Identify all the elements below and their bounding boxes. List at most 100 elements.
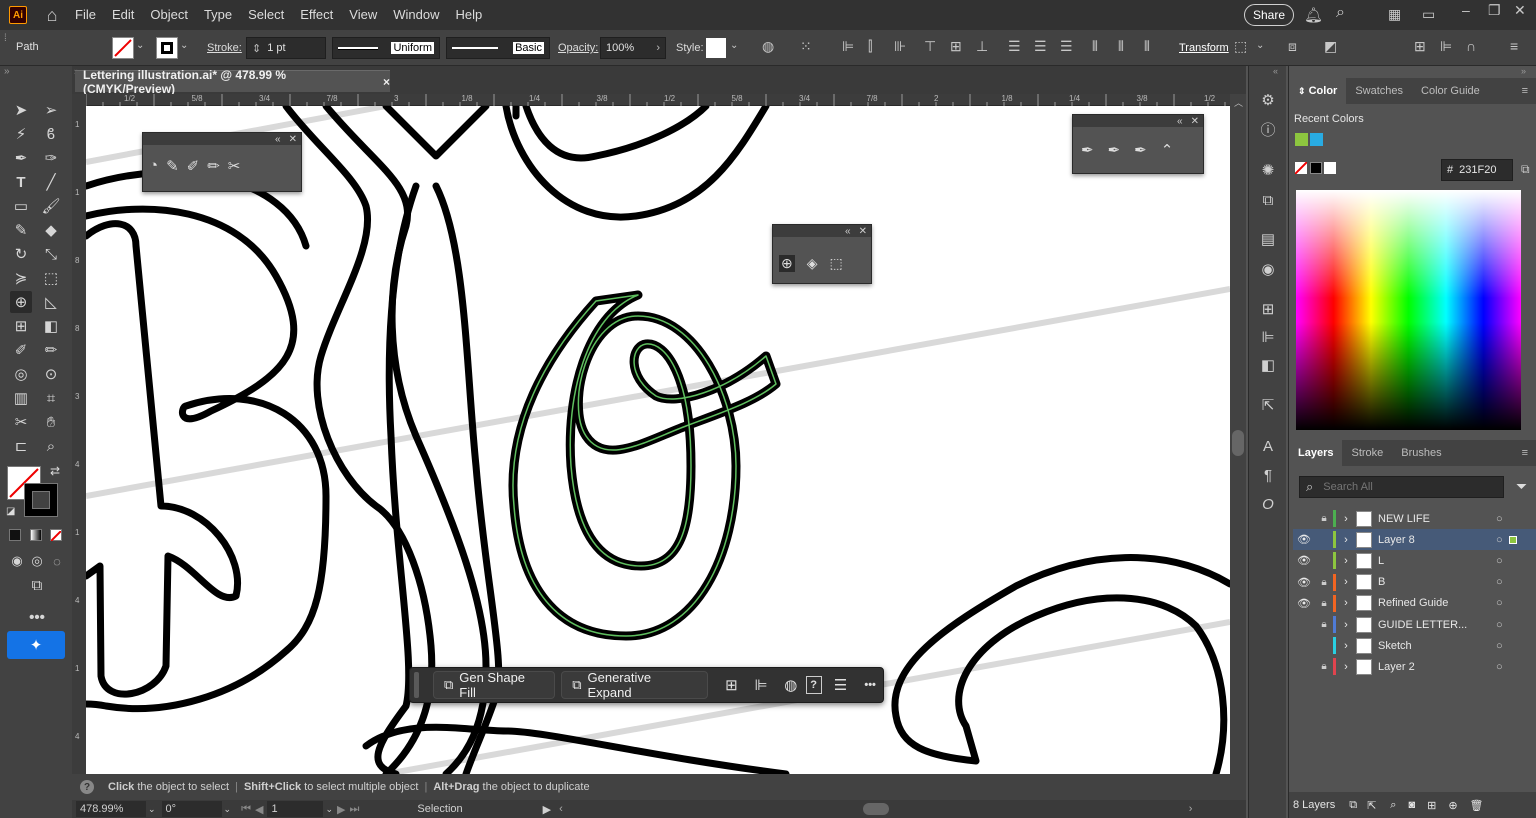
tab-brushes[interactable]: Brushes xyxy=(1392,440,1450,466)
chevron-right-icon[interactable]: › xyxy=(1336,513,1356,525)
target-icon[interactable]: ○ xyxy=(1496,555,1503,567)
recent-color-swatch[interactable] xyxy=(1310,133,1323,146)
horizontal-ruler[interactable]: 1/2 5/8 3/4 7/8 3 1/8 1/4 3/8 1/2 5/8 3/4 7/8 2 1/8 1/… xyxy=(86,94,1230,106)
document-tab[interactable]: Lettering illustration.ai* @ 478.99 % (C… xyxy=(75,68,390,96)
blend-tool-icon[interactable]: ◎ xyxy=(10,363,32,385)
line-tool-icon[interactable]: ╱ xyxy=(40,171,62,193)
properties-panel-icon[interactable]: ⚙ xyxy=(1258,90,1278,110)
hand-tool-icon[interactable]: ✋︎ xyxy=(40,411,62,433)
align-panel-icon[interactable]: ⊫ xyxy=(1440,38,1452,55)
chevron-down-icon[interactable]: ⌄ xyxy=(180,40,188,51)
distribute-bottom-icon[interactable]: ☰ xyxy=(1060,38,1073,55)
swap-colors-icon[interactable]: ⇄ xyxy=(50,464,60,478)
search-icon[interactable]: ⌕ xyxy=(1336,4,1345,22)
visibility-eye-icon[interactable]: 👁︎ xyxy=(1293,554,1315,567)
artboard-field[interactable]: 1 xyxy=(267,801,324,817)
white-swatch[interactable] xyxy=(1324,162,1336,174)
isolate-icon[interactable]: ⧈ xyxy=(1288,38,1297,55)
layers-search-field[interactable]: ⌕ xyxy=(1299,476,1504,498)
new-layer-icon[interactable]: ⊕ xyxy=(1448,799,1457,812)
path-eraser-tool-icon[interactable]: ✏ xyxy=(207,157,220,175)
panel-header[interactable]: «✕ xyxy=(143,133,301,145)
lock-icon[interactable]: 🔒︎ xyxy=(1315,661,1333,672)
variable-width-profile[interactable]: Uniform xyxy=(332,37,440,59)
collapse-panel-icon[interactable]: « xyxy=(275,134,281,145)
chevron-down-icon[interactable]: ⌄ xyxy=(224,804,232,815)
draw-behind-icon[interactable]: ◎ xyxy=(26,550,48,572)
chevron-right-icon[interactable]: › xyxy=(1336,661,1356,673)
panel-header[interactable]: «✕ xyxy=(1073,115,1203,127)
taskbar-grip[interactable] xyxy=(414,672,419,698)
properties-icon[interactable]: ☰ xyxy=(828,672,854,698)
chevron-right-icon[interactable]: › xyxy=(1336,597,1356,609)
vertical-ruler[interactable]: 1 1 8 8 3 4 1 4 1 4 xyxy=(72,94,86,774)
scroll-left-icon[interactable]: ‹ xyxy=(559,803,563,815)
layer-row[interactable]: 👁︎ › L ○ xyxy=(1293,550,1536,571)
smooth-tool-icon[interactable]: ✐ xyxy=(187,157,200,175)
target-icon[interactable]: ○ xyxy=(1496,597,1503,609)
stroke-weight-field[interactable]: ⇕ 1 pt xyxy=(246,37,326,59)
default-colors-icon[interactable]: ◪ xyxy=(6,506,15,517)
column-graph-tool-icon[interactable]: ▥ xyxy=(10,387,32,409)
target-icon[interactable]: ○ xyxy=(1496,534,1503,546)
menu-help[interactable]: Help xyxy=(447,0,490,30)
align-middle-icon[interactable]: ⊞ xyxy=(950,38,962,55)
locate-object-icon[interactable]: ⌕ xyxy=(1390,799,1396,812)
previous-artboard-icon[interactable]: ◀ xyxy=(255,803,263,816)
layer-row[interactable]: 🔒︎ › GUIDE LETTER... ○ xyxy=(1293,614,1536,635)
chevron-right-icon[interactable]: › xyxy=(1336,619,1356,631)
brush-definition[interactable]: Basic xyxy=(446,37,550,59)
scroll-up-icon[interactable]: ︿ xyxy=(1234,96,1243,109)
add-anchor-point-icon[interactable]: ✒ xyxy=(1108,141,1121,159)
chevron-down-icon[interactable]: ⌄ xyxy=(1256,40,1264,51)
gradient-tool-icon[interactable]: ◧ xyxy=(40,315,62,337)
menu-effect[interactable]: Effect xyxy=(292,0,341,30)
visibility-eye-icon[interactable]: 👁︎ xyxy=(1293,533,1315,546)
eraser-tool-icon[interactable]: ◆ xyxy=(40,219,62,241)
status-menu-icon[interactable]: ▶ xyxy=(543,803,551,816)
shape-builder-tool-icon[interactable]: ⊕ xyxy=(779,255,795,272)
restore-icon[interactable]: ❐ xyxy=(1488,2,1501,19)
generative-ai-button[interactable]: ✦ xyxy=(7,631,65,659)
recent-color-swatch[interactable] xyxy=(1295,133,1308,146)
collapse-panel-icon[interactable]: « xyxy=(1177,116,1183,127)
menu-file[interactable]: File xyxy=(67,0,104,30)
align-panel-icon[interactable]: ⊫ xyxy=(1258,327,1278,347)
export-icon[interactable]: ⇱ xyxy=(1367,799,1376,812)
layer-row[interactable]: 👁︎ 🔒︎ › Refined Guide ○ xyxy=(1293,593,1536,614)
ruler-origin[interactable] xyxy=(72,94,86,106)
layer-row[interactable]: 👁︎ 🔒︎ › B ○ xyxy=(1293,572,1536,593)
menu-edit[interactable]: Edit xyxy=(104,0,142,30)
paintbrush-tool-icon[interactable]: 🖌︎ xyxy=(40,195,62,217)
target-icon[interactable]: ○ xyxy=(1496,640,1503,652)
perspective-grid-tool-icon[interactable]: ◺ xyxy=(40,291,62,313)
chevron-down-icon[interactable]: ⌄ xyxy=(730,40,738,51)
align-bottom-icon[interactable]: ⊥ xyxy=(976,38,988,55)
rotate-tool-icon[interactable]: ↻ xyxy=(10,243,32,265)
clipping-mask-icon[interactable]: ◙ xyxy=(1408,799,1415,811)
appearance-panel-icon[interactable]: ◉ xyxy=(1258,259,1278,279)
gradient-panel-icon[interactable]: ▤ xyxy=(1258,229,1278,249)
align-to-icon[interactable]: ⁙ xyxy=(800,38,812,55)
join-tool-icon[interactable]: ✂ xyxy=(228,157,241,175)
artboard-tool-icon[interactable]: ⌗ xyxy=(40,387,62,409)
new-sublayer-icon[interactable]: ⊞ xyxy=(1427,799,1436,812)
eyedropper-tool-icon[interactable]: ✐ xyxy=(10,339,32,361)
target-icon[interactable]: ○ xyxy=(1496,619,1503,631)
distribute-right-icon[interactable]: ⫴ xyxy=(1144,38,1150,55)
scroll-right-icon[interactable]: › xyxy=(1189,803,1193,815)
more-options-button[interactable]: ••• xyxy=(857,672,883,698)
hex-field[interactable]: #231F20 xyxy=(1441,159,1513,181)
align-center-icon[interactable]: ⫿ xyxy=(868,38,872,55)
symbol-sprayer-tool-icon[interactable]: ⊙ xyxy=(40,363,62,385)
distribute-left-icon[interactable]: ⫴ xyxy=(1092,38,1098,55)
transform-panel-icon[interactable]: ⊞ xyxy=(1258,299,1278,319)
tab-color[interactable]: ⇕ Color xyxy=(1289,78,1347,104)
chevron-down-icon[interactable]: ⌄ xyxy=(136,40,144,51)
live-paint-bucket-icon[interactable]: ◈ xyxy=(807,255,818,272)
menu-icon[interactable]: ≡ xyxy=(1510,38,1518,54)
lasso-tool-icon[interactable]: ϐ xyxy=(40,123,62,145)
black-swatch[interactable] xyxy=(1310,162,1322,174)
layer-row[interactable]: 👁︎ › Layer 8 ○ xyxy=(1293,529,1536,551)
draw-normal-icon[interactable]: ◉ xyxy=(6,550,28,572)
